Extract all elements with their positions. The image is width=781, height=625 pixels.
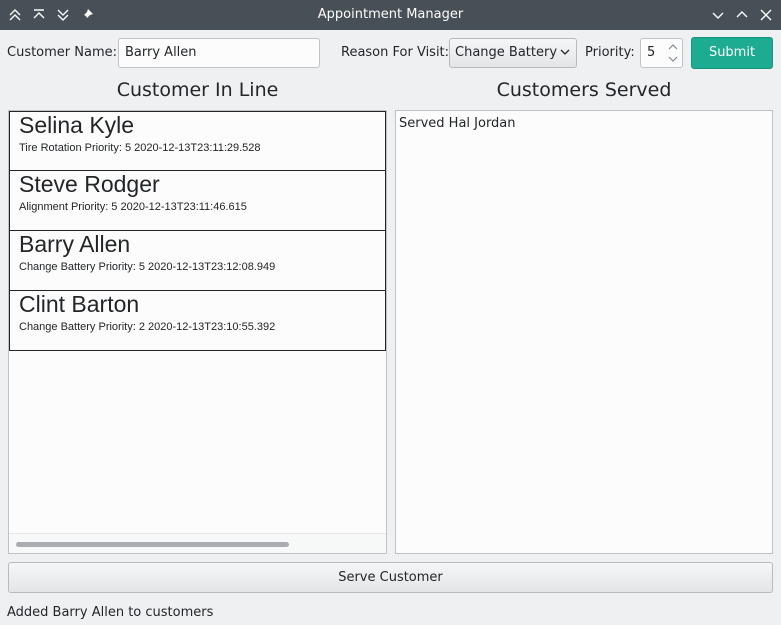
maximize-icon[interactable]	[732, 5, 752, 25]
minimize-icon[interactable]	[708, 5, 728, 25]
reason-select[interactable]: Change Battery	[449, 38, 577, 68]
scrollbar-thumb[interactable]	[16, 542, 289, 547]
reason-select-value: Change Battery	[455, 45, 558, 60]
list-item[interactable]: Barry Allen Change Battery Priority: 5 2…	[9, 231, 386, 291]
customer-line-list[interactable]: Selina Kyle Tire Rotation Priority: 5 20…	[8, 110, 387, 554]
customer-detail: Change Battery Priority: 5 2020-12-13T23…	[19, 261, 276, 273]
customer-detail: Alignment Priority: 5 2020-12-13T23:11:4…	[19, 201, 247, 213]
customer-name: Clint Barton	[19, 291, 140, 317]
list-item[interactable]: Steve Rodger Alignment Priority: 5 2020-…	[9, 171, 386, 231]
serve-customer-button[interactable]: Serve Customer	[8, 562, 773, 593]
close-icon[interactable]	[756, 5, 776, 25]
customer-detail: Tire Rotation Priority: 5 2020-12-13T23:…	[19, 142, 261, 154]
spin-down-icon[interactable]	[667, 54, 679, 64]
title-bar: Appointment Manager	[0, 0, 781, 30]
window-title: Appointment Manager	[317, 7, 464, 22]
priority-spinbox[interactable]: 5	[640, 38, 683, 68]
priority-value: 5	[647, 45, 656, 60]
customer-name-input[interactable]: Barry Allen	[118, 38, 320, 68]
chevron-down-icon	[560, 49, 570, 55]
customer-name-label: Customer Name:	[7, 45, 118, 60]
customer-name: Steve Rodger	[19, 171, 160, 197]
list-item[interactable]: Selina Kyle Tire Rotation Priority: 5 20…	[9, 111, 386, 171]
list-item[interactable]: Clint Barton Change Battery Priority: 2 …	[9, 291, 386, 351]
customers-served-heading: Customers Served	[496, 79, 672, 101]
horizontal-scrollbar[interactable]	[9, 533, 386, 553]
served-item: Served Hal Jordan	[399, 116, 516, 131]
reason-label: Reason For Visit:	[341, 45, 450, 60]
customer-detail: Change Battery Priority: 2 2020-12-13T23…	[19, 321, 276, 333]
customer-name: Selina Kyle	[19, 112, 135, 138]
status-bar-text: Added Barry Allen to customers	[7, 605, 214, 620]
customers-in-line-heading: Customer In Line	[116, 79, 279, 101]
customer-list-container: Selina Kyle Tire Rotation Priority: 5 20…	[9, 111, 386, 351]
submit-button[interactable]: Submit	[691, 37, 773, 69]
customer-name: Barry Allen	[19, 231, 131, 257]
customers-served-list[interactable]: Served Hal Jordan	[395, 110, 773, 554]
spin-up-icon[interactable]	[667, 42, 679, 52]
priority-label: Priority:	[585, 45, 635, 60]
